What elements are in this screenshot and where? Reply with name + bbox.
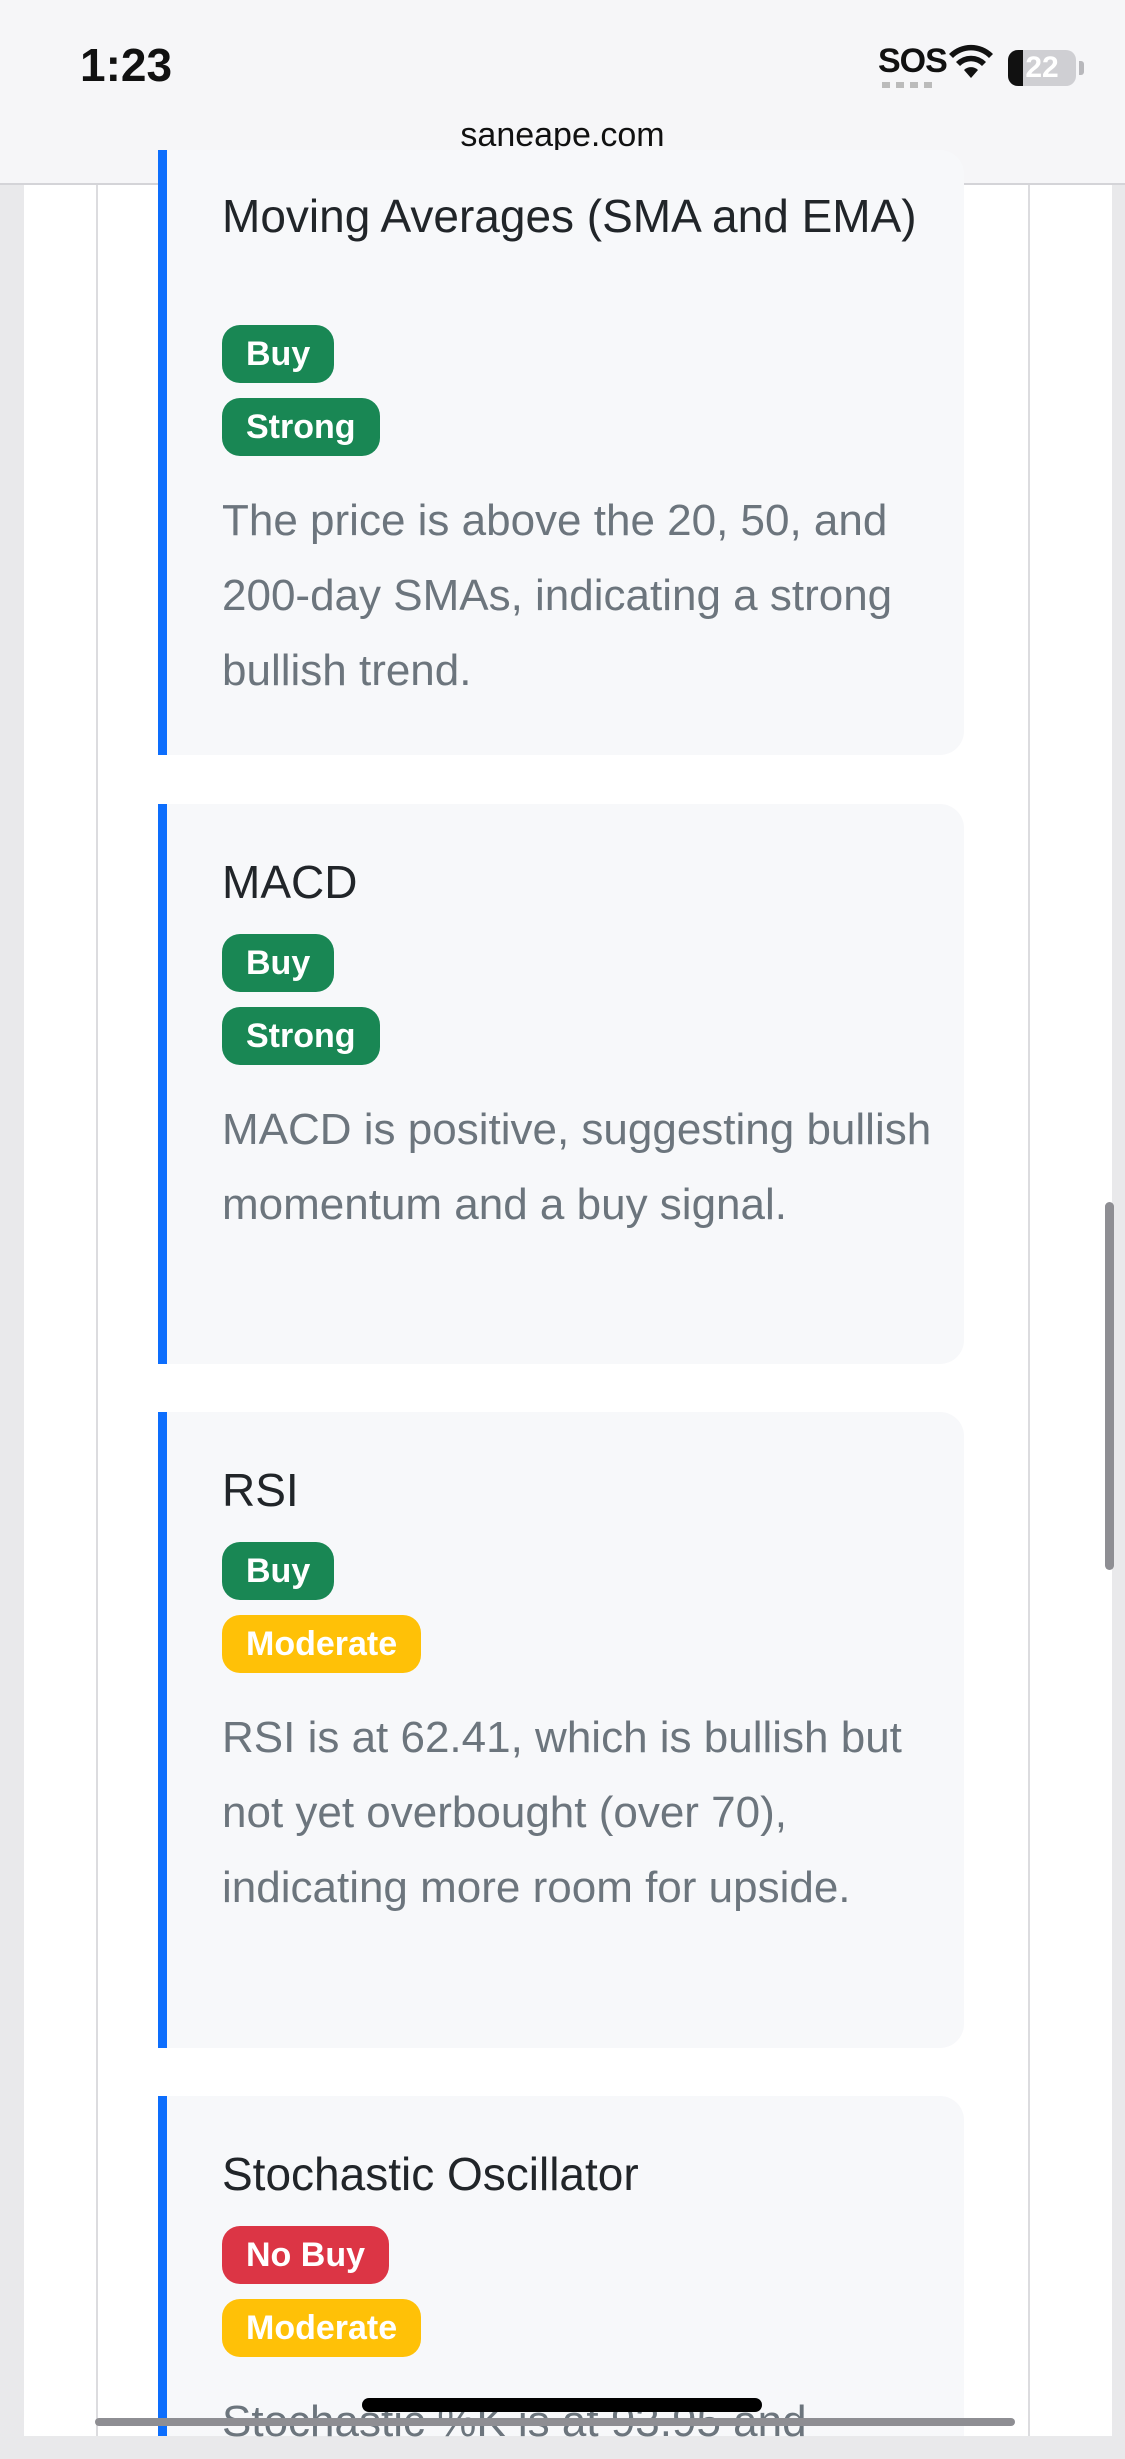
battery-tip (1079, 61, 1084, 75)
indicator-title: Moving Averages (SMA and EMA) (222, 190, 917, 242)
strength-badge: Moderate (222, 2299, 422, 2357)
indicator-card-rsi: RSI Buy Moderate RSI is at 62.41, which … (158, 1412, 964, 2048)
wifi-icon (949, 44, 993, 78)
sos-indicator: SOS (878, 42, 948, 80)
strength-badge: Moderate (222, 1615, 422, 1673)
signal-badge: Buy (222, 934, 335, 992)
battery-icon: 22 (1008, 50, 1076, 86)
indicator-description: The price is above the 20, 50, and 200-d… (222, 496, 893, 695)
home-indicator[interactable] (362, 2398, 762, 2412)
strength-badge: Strong (222, 398, 380, 456)
indicator-title: MACD (222, 856, 358, 908)
indicator-title: Stochastic Oscillator (222, 2148, 639, 2200)
indicator-card-stochastic: Stochastic Oscillator No Buy Moderate St… (158, 2096, 964, 2446)
cellular-dots-icon (882, 82, 934, 88)
battery-level: 22 (1025, 51, 1059, 84)
horizontal-scrollbar[interactable] (95, 2418, 1015, 2426)
signal-badge: Buy (222, 1542, 335, 1600)
strength-badge: Strong (222, 1007, 380, 1065)
vertical-scrollbar[interactable] (1105, 1202, 1114, 1570)
indicator-card-macd: MACD Buy Strong MACD is positive, sugges… (158, 804, 964, 1364)
indicator-card-moving-averages: Moving Averages (SMA and EMA) Buy Strong… (158, 150, 964, 755)
indicator-title: RSI (222, 1464, 299, 1516)
status-time: 1:23 (80, 39, 173, 91)
signal-badge: No Buy (222, 2226, 389, 2284)
signal-badge: Buy (222, 325, 335, 383)
indicator-description: MACD is positive, suggesting bullish mom… (222, 1105, 932, 1229)
indicator-description: RSI is at 62.41, which is bullish but no… (222, 1713, 902, 1912)
